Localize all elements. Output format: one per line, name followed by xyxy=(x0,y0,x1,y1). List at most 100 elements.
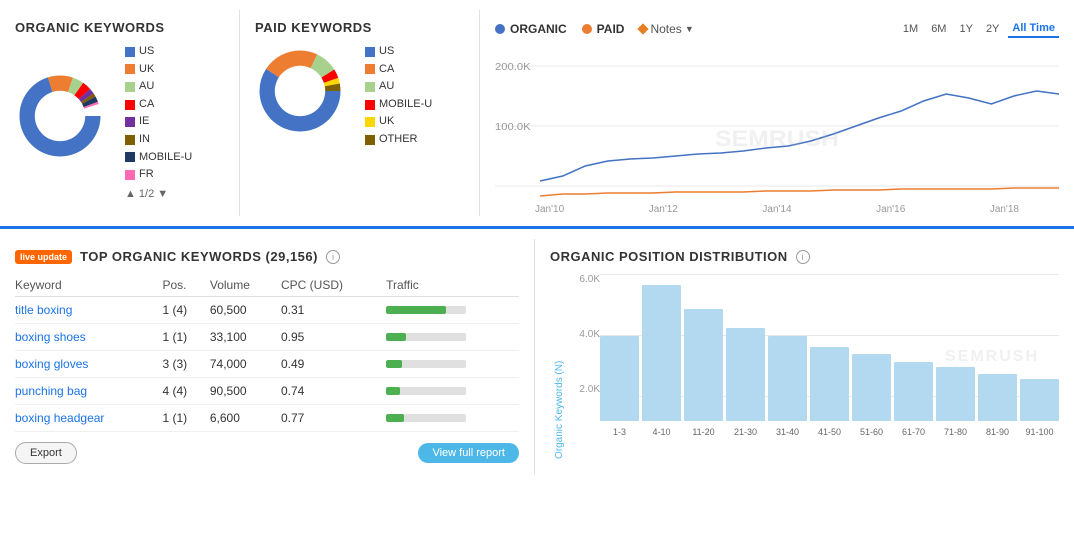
traffic-cell xyxy=(386,351,519,378)
bar-x-label: 41-50 xyxy=(818,427,841,437)
organic-legend: US UK AU CA IE IN MOBILE-U FR xyxy=(125,43,192,184)
pos-cell: 1 (1) xyxy=(162,405,209,432)
organic-pagination[interactable]: ▲ 1/2 ▼ xyxy=(125,188,192,200)
traffic-bar xyxy=(386,387,466,395)
bar xyxy=(642,285,681,421)
keyword-link[interactable]: boxing gloves xyxy=(15,357,88,371)
col-cpc: CPC (USD) xyxy=(281,274,386,297)
bar-group: 81-90 xyxy=(978,274,1017,439)
bottom-actions: Export View full report xyxy=(15,442,519,464)
traffic-bar xyxy=(386,414,466,422)
pos-cell: 1 (4) xyxy=(162,297,209,324)
volume-cell: 74,000 xyxy=(210,351,281,378)
bar xyxy=(852,354,891,421)
cpc-cell: 0.49 xyxy=(281,351,386,378)
notes-button[interactable]: Notes ▼ xyxy=(639,22,693,36)
bar-x-label: 91-100 xyxy=(1025,427,1053,437)
y-axis-label: Organic Keywords (N) xyxy=(550,274,565,459)
time-controls: 1M 6M 1Y 2Y All Time xyxy=(899,20,1059,38)
cpc-cell: 0.31 xyxy=(281,297,386,324)
top-keywords-info-icon[interactable]: i xyxy=(326,250,340,264)
svg-text:100.0K: 100.0K xyxy=(495,122,531,133)
chart-legend-bar: ORGANIC PAID Notes ▼ 1M 6M 1Y 2Y All Tim… xyxy=(495,20,1059,38)
traffic-bar xyxy=(386,306,466,314)
pos-cell: 3 (3) xyxy=(162,351,209,378)
cpc-cell: 0.77 xyxy=(281,405,386,432)
bar xyxy=(600,336,639,421)
organic-keywords-panel: ORGANIC KEYWORDS US xyxy=(0,10,240,216)
bar-x-label: 1-3 xyxy=(613,427,626,437)
traffic-fill xyxy=(386,333,406,341)
position-distribution-panel: ORGANIC POSITION DISTRIBUTION i Organic … xyxy=(535,239,1074,474)
export-button[interactable]: Export xyxy=(15,442,77,464)
x-label-jan18: Jan'18 xyxy=(990,204,1019,215)
cpc-cell: 0.74 xyxy=(281,378,386,405)
notes-diamond-icon xyxy=(638,23,649,34)
traffic-bar xyxy=(386,360,466,368)
bar-group: 41-50 xyxy=(810,274,849,439)
traffic-fill xyxy=(386,387,400,395)
organic-donut-chart xyxy=(15,71,115,171)
view-full-report-button[interactable]: View full report xyxy=(418,443,519,463)
x-label-jan14: Jan'14 xyxy=(762,204,791,215)
bar-x-label: 51-60 xyxy=(860,427,883,437)
svg-text:200.0K: 200.0K xyxy=(495,62,531,73)
cpc-cell: 0.95 xyxy=(281,324,386,351)
bar-x-label: 71-80 xyxy=(944,427,967,437)
bar-x-label: 4-10 xyxy=(652,427,670,437)
x-label-jan16: Jan'16 xyxy=(876,204,905,215)
table-row: punching bag 4 (4) 90,500 0.74 xyxy=(15,378,519,405)
bar-group: 1-3 xyxy=(600,274,639,439)
col-pos: Pos. xyxy=(162,274,209,297)
traffic-cell xyxy=(386,378,519,405)
volume-cell: 33,100 xyxy=(210,324,281,351)
traffic-bar xyxy=(386,333,466,341)
bar-group: 31-40 xyxy=(768,274,807,439)
bar xyxy=(978,374,1017,421)
chevron-down-icon: ▼ xyxy=(685,24,694,34)
keyword-link[interactable]: boxing shoes xyxy=(15,330,86,344)
keyword-link[interactable]: punching bag xyxy=(15,384,87,398)
pos-cell: 1 (1) xyxy=(162,324,209,351)
keyword-link[interactable]: title boxing xyxy=(15,303,72,317)
bar-group: 4-10 xyxy=(642,274,681,439)
organic-keywords-title: ORGANIC KEYWORDS xyxy=(15,20,224,35)
keywords-table-panel: live update TOP ORGANIC KEYWORDS (29,156… xyxy=(0,239,535,474)
paid-legend: US CA AU MOBILE-U UK OTHER xyxy=(365,43,432,149)
time-2y-button[interactable]: 2Y xyxy=(982,21,1003,37)
triangle-up-icon[interactable]: ▲ xyxy=(125,188,136,200)
traffic-fill xyxy=(386,360,402,368)
bar xyxy=(768,336,807,421)
line-chart-svg-area: 200.0K 100.0K SEMRUSH Jan'10 Jan'12 Jan'… xyxy=(495,46,1059,206)
time-1y-button[interactable]: 1Y xyxy=(955,21,976,37)
time-6m-button[interactable]: 6M xyxy=(927,21,950,37)
bar xyxy=(1020,379,1059,421)
time-1m-button[interactable]: 1M xyxy=(899,21,922,37)
paid-keywords-title: PAID KEYWORDS xyxy=(255,20,464,35)
triangle-down-icon[interactable]: ▼ xyxy=(157,188,168,200)
svg-text:SEMRUSH: SEMRUSH xyxy=(715,126,839,150)
line-chart-panel: ORGANIC PAID Notes ▼ 1M 6M 1Y 2Y All Tim… xyxy=(480,10,1074,216)
volume-cell: 60,500 xyxy=(210,297,281,324)
pos-cell: 4 (4) xyxy=(162,378,209,405)
bars-area: SEMRUSH 1-34-1011-2021-3031-4041-5051-60… xyxy=(600,274,1059,459)
bar-x-label: 11-20 xyxy=(692,427,714,437)
bar xyxy=(936,367,975,421)
col-volume: Volume xyxy=(210,274,281,297)
paid-dot xyxy=(582,24,592,34)
traffic-cell xyxy=(386,324,519,351)
organic-dot xyxy=(495,24,505,34)
bar-x-label: 21-30 xyxy=(734,427,757,437)
paid-donut-chart xyxy=(255,46,355,146)
col-traffic: Traffic xyxy=(386,274,519,297)
paid-keywords-panel: PAID KEYWORDS US CA AU MOBILE- xyxy=(240,10,480,216)
volume-cell: 6,600 xyxy=(210,405,281,432)
y-tick-labels: 6.0K 4.0K 2.0K xyxy=(565,274,600,459)
table-row: boxing headgear 1 (1) 6,600 0.77 xyxy=(15,405,519,432)
time-alltime-button[interactable]: All Time xyxy=(1008,20,1059,38)
bar-x-label: 81-90 xyxy=(986,427,1009,437)
position-dist-info-icon[interactable]: i xyxy=(796,250,810,264)
keyword-link[interactable]: boxing headgear xyxy=(15,411,104,425)
traffic-cell xyxy=(386,405,519,432)
bar-group: 91-100 xyxy=(1020,274,1059,439)
